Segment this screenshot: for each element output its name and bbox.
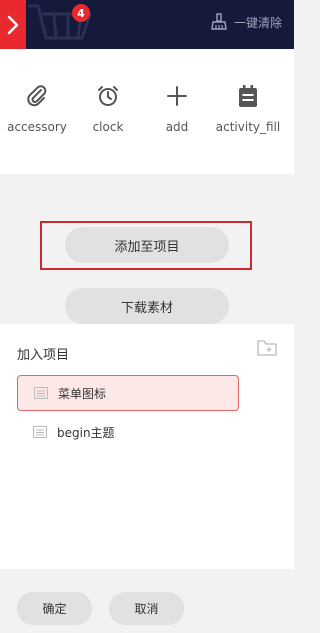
plus-icon — [164, 83, 190, 109]
confirm-button[interactable]: 确定 — [17, 592, 92, 625]
icon-item-activity-fill[interactable]: activity_fill — [208, 83, 288, 134]
paperclip-icon — [24, 83, 50, 109]
new-folder-icon[interactable] — [257, 339, 277, 361]
collapse-button[interactable] — [0, 0, 26, 49]
broom-icon — [211, 13, 227, 30]
action-panel: 添加至项目 下载素材 — [0, 174, 294, 324]
project-section-title: 加入项目 — [17, 348, 70, 363]
project-item[interactable]: begin主题 — [17, 414, 239, 450]
project-item-label: 菜单图标 — [58, 386, 107, 401]
project-item-selected[interactable]: 菜单图标 — [17, 375, 239, 411]
icon-item-add[interactable]: add — [137, 83, 217, 134]
clock-icon — [95, 83, 121, 109]
icon-item-clock[interactable]: clock — [68, 83, 148, 134]
footer-bar: 确定 取消 — [0, 569, 294, 633]
icon-label: add — [165, 120, 189, 134]
calendar-icon — [235, 83, 261, 109]
icon-label: clock — [92, 120, 124, 134]
top-bar: 4 一键清除 — [0, 0, 294, 49]
icon-label: activity_fill — [215, 120, 281, 134]
project-item-label: begin主题 — [57, 425, 115, 440]
add-to-project-button[interactable]: 添加至项目 — [65, 227, 229, 263]
chevron-right-icon — [7, 15, 19, 34]
cart-count-badge: 4 — [72, 4, 90, 22]
cancel-button[interactable]: 取消 — [109, 592, 184, 625]
project-panel: 加入项目 菜单图标 begin主题 — [0, 324, 294, 569]
clear-all-button[interactable]: 一键清除 — [210, 11, 282, 33]
document-icon — [33, 426, 47, 438]
icon-label: accessory — [7, 120, 67, 134]
clear-all-label: 一键清除 — [233, 15, 282, 30]
icon-item-accessory[interactable]: accessory — [0, 83, 77, 134]
download-assets-button[interactable]: 下载素材 — [65, 288, 229, 324]
icon-list: accessory clock add activity_fill — [0, 49, 294, 174]
document-icon — [34, 387, 48, 399]
